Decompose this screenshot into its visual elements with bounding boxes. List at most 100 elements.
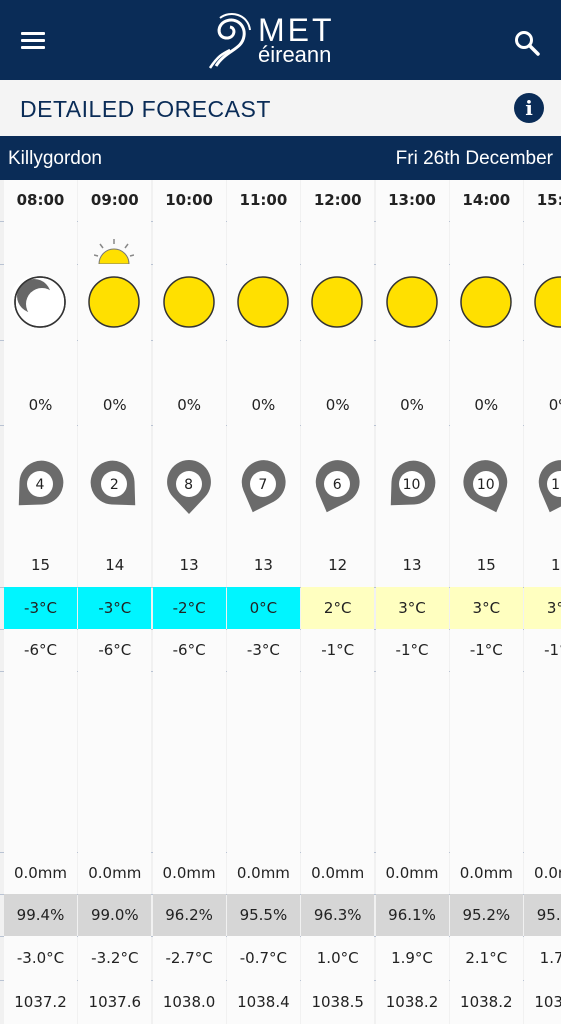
wind-gust: 15 — [30, 556, 51, 574]
hour-time: 08:00 — [16, 191, 65, 209]
forecast-date: Fri 26th December — [395, 148, 553, 169]
wind-speed: 6 — [332, 477, 342, 493]
sun-icon — [534, 276, 561, 328]
location-bar: Killygordon Fri 26th December — [0, 136, 561, 180]
rainfall: 0.0mm — [13, 864, 68, 882]
wind-speed: 10 — [476, 477, 495, 493]
dew-point: -3.0°C — [16, 949, 65, 967]
rainfall: 0.0mm — [88, 864, 142, 882]
rainfall: 0.0mm — [534, 864, 561, 882]
wind-speed: 2 — [109, 477, 119, 493]
precip-probability: 0% — [177, 396, 201, 414]
hour-column[interactable]: 09:00 0% 2 14 -3°C -6°C 0.0mm 99.0% -3.2°C 1037.6 — [78, 180, 152, 1024]
app-bar: MET éireann — [0, 0, 561, 80]
moon-icon — [12, 276, 66, 328]
feels-like-temperature: -1°C — [544, 641, 561, 659]
precip-probability: 0% — [400, 396, 424, 414]
temperature: -3°C — [78, 587, 152, 629]
menu-icon-line — [21, 46, 45, 49]
dew-point: 1.7°C — [539, 949, 561, 967]
precip-probability: 0% — [251, 396, 276, 414]
hour-time: 13:00 — [388, 191, 436, 209]
hour-time: 12:00 — [313, 191, 362, 209]
precip-probability: 0% — [548, 396, 561, 414]
rainfall: 0.0mm — [311, 864, 365, 882]
sun-icon — [311, 276, 363, 328]
feels-like-temperature: -6°C — [172, 641, 206, 659]
humidity: 96.1% — [375, 894, 449, 936]
temperature: 2°C — [301, 587, 375, 629]
pressure: 1038.2 — [460, 993, 513, 1011]
pressure: 1037.6 — [88, 993, 142, 1011]
search-button[interactable] — [512, 28, 542, 58]
precip-probability: 0% — [28, 396, 53, 414]
wind-speed: 10 — [551, 477, 561, 493]
hour-time: 11:00 — [239, 191, 288, 209]
wind-gust: 13 — [253, 556, 273, 574]
logo-eireann-text: éireann — [258, 42, 332, 67]
humidity: 99.0% — [78, 894, 152, 936]
pressure: 1038.0 — [162, 993, 216, 1011]
menu-button[interactable] — [18, 27, 48, 53]
rainfall: 0.0mm — [236, 864, 290, 882]
hour-column[interactable]: 15:00 0% 10 15 3°C -1°C 0.0mm 95.1% 1.7°C 1038.1 — [524, 180, 561, 1024]
hour-column[interactable]: 08:00 0% 4 15 -3°C -6°C 0.0mm 99.4% -3.0°C 1037.2 — [4, 180, 77, 1024]
feels-like-temperature: -3°C — [246, 641, 280, 659]
hour-time: 10:00 — [165, 191, 213, 209]
menu-icon-line — [21, 39, 45, 42]
sun-icon — [237, 276, 289, 328]
dew-point: -0.7°C — [239, 949, 288, 967]
humidity: 99.4% — [4, 894, 77, 936]
met-eireann-logo[interactable]: MET éireann — [208, 8, 358, 72]
hour-column[interactable]: 12:00 0% 6 12 2°C -1°C 0.0mm 96.3% 1.0°C 1038.5 — [301, 180, 375, 1024]
pressure: 1038.4 — [237, 993, 290, 1011]
wind-gust: 15 — [551, 556, 561, 574]
title-bar: DETAILED FORECAST — [0, 80, 561, 136]
humidity: 95.1% — [524, 894, 561, 936]
feels-like-temperature: -1°C — [321, 641, 355, 659]
humidity: 95.5% — [226, 894, 300, 936]
dew-point: 1.9°C — [391, 949, 433, 967]
hour-column[interactable]: 14:00 0% 10 15 3°C -1°C 0.0mm 95.2% 2.1°C 1038.2 — [449, 180, 523, 1024]
humidity: 95.2% — [449, 894, 523, 936]
humidity: 96.2% — [152, 894, 226, 936]
wind-speed: 4 — [35, 477, 45, 493]
hour-time: 15:00 — [536, 191, 561, 209]
rainfall: 0.0mm — [385, 864, 439, 882]
dew-point: -3.2°C — [91, 949, 139, 967]
dew-point: 2.1°C — [465, 949, 508, 967]
hour-column[interactable]: 11:00 0% 7 13 0°C -3°C 0.0mm 95.5% -0.7°C 1038.4 — [226, 180, 300, 1024]
forecast-grid[interactable]: 08:00 0% 4 15 -3°C -6°C 0.0mm 99.4% -3.0°C 1037.2… — [0, 180, 561, 1024]
feels-like-temperature: -6°C — [98, 641, 132, 659]
search-icon — [515, 31, 540, 56]
feels-like-temperature: -1°C — [469, 641, 503, 659]
sun-icon — [460, 276, 512, 328]
sun-icon — [162, 276, 215, 328]
hour-column[interactable]: 13:00 0% 10 13 3°C -1°C 0.0mm 96.1% 1.9°C 1038.2 — [375, 180, 449, 1024]
wind-gust: 12 — [328, 556, 348, 574]
location-name: Killygordon — [8, 148, 102, 169]
menu-icon-line — [21, 32, 45, 35]
precip-probability: 0% — [102, 396, 127, 414]
temperature: 3°C — [524, 587, 561, 629]
temperature: 0°C — [226, 587, 300, 629]
sun-icon — [88, 276, 141, 328]
info-button[interactable]: i — [514, 93, 544, 123]
wind-gust: 15 — [476, 556, 496, 574]
page-title: DETAILED FORECAST — [20, 96, 271, 122]
wind-speed: 8 — [184, 477, 194, 493]
hour-time: 09:00 — [90, 191, 139, 209]
rainfall: 0.0mm — [459, 864, 513, 882]
sun-icon — [385, 276, 438, 328]
humidity: 96.3% — [301, 894, 375, 936]
hour-column[interactable]: 10:00 0% 8 13 -2°C -6°C 0.0mm 96.2% -2.7°C 1038.0 — [152, 180, 226, 1024]
pressure: 1038.1 — [534, 993, 561, 1011]
pressure: 1038.2 — [385, 993, 439, 1011]
swirl-logo-icon — [208, 13, 251, 69]
feels-like-temperature: -6°C — [24, 641, 57, 659]
temperature: -2°C — [152, 587, 226, 629]
wind-gust: 13 — [179, 556, 199, 574]
pressure: 1038.5 — [311, 993, 364, 1011]
sunrise-icon — [94, 239, 135, 264]
wind-gust: 14 — [105, 556, 125, 574]
